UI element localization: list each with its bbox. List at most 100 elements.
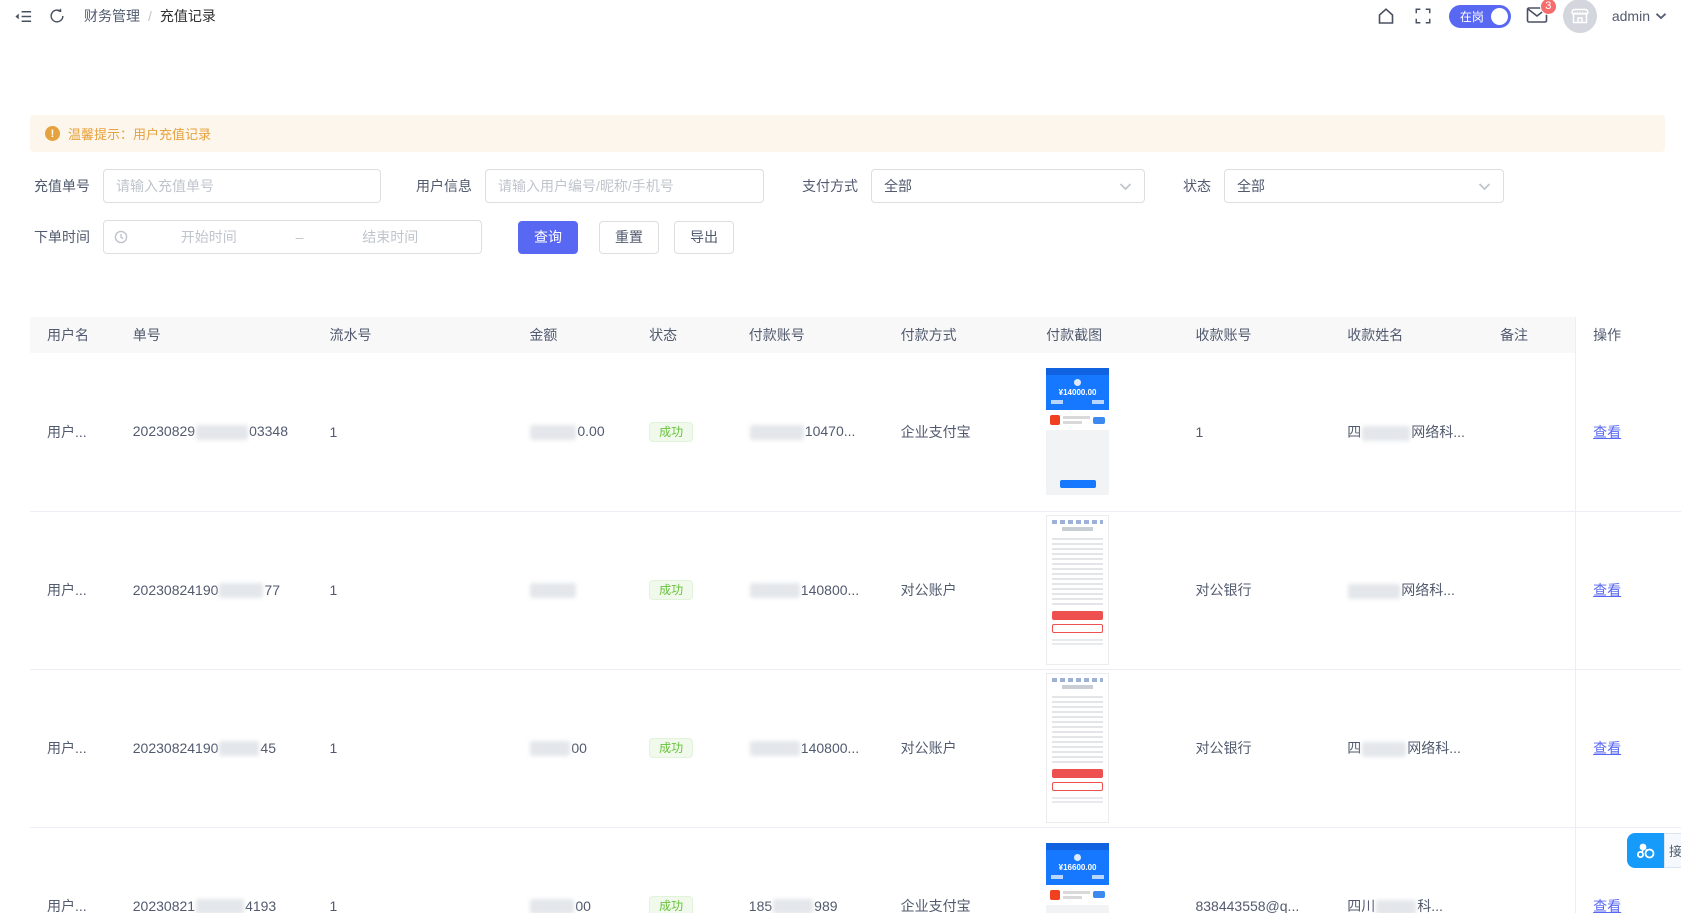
storefront-awning bbox=[1572, 10, 1588, 15]
records-table: 用户名单号流水号金额状态付款账号付款方式付款截图收款账号收款姓名备注操作 用户.… bbox=[30, 317, 1681, 913]
payment-screenshot-thumbnail[interactable] bbox=[1046, 515, 1109, 665]
filter-card: ! 温馨提示：用户充值记录 充值单号 用户信息 支付方式 全部 状态 全部 下单… bbox=[14, 100, 1681, 272]
home-icon[interactable] bbox=[1375, 5, 1397, 27]
breadcrumb: 财务管理 / 充值记录 bbox=[84, 6, 216, 26]
redacted-block bbox=[1362, 742, 1406, 757]
text-fragment: 10470... bbox=[805, 423, 856, 439]
status-badge: 成功 bbox=[649, 896, 693, 913]
column-header-7: 付款方式 bbox=[884, 317, 1030, 353]
cell-pay-method: 企业支付宝 bbox=[884, 827, 1030, 913]
cell-amount: 00 bbox=[512, 669, 632, 827]
redacted-block bbox=[530, 583, 576, 598]
cell-payee-name: 四网络科... bbox=[1330, 669, 1483, 827]
text-fragment: 00 bbox=[575, 898, 591, 913]
notice-alert: ! 温馨提示：用户充值记录 bbox=[30, 115, 1665, 152]
cell-amount: 00 bbox=[512, 827, 632, 913]
table-row: 用户...2023082419045100成功140800...对公账户对公银行… bbox=[30, 669, 1681, 827]
payment-screenshot-thumbnail[interactable]: ¥14000.00 bbox=[1046, 368, 1109, 495]
duty-status-toggle[interactable]: 在岗 bbox=[1449, 5, 1511, 28]
reset-button[interactable]: 重置 bbox=[599, 221, 659, 254]
text-fragment: 0.00 bbox=[577, 423, 604, 439]
toggle-knob bbox=[1491, 8, 1508, 25]
records-table-card: 用户名单号流水号金额状态付款账号付款方式付款截图收款账号收款姓名备注操作 用户.… bbox=[14, 303, 1681, 913]
user-info-input-wrap bbox=[485, 169, 764, 203]
cell-pay-method: 企业支付宝 bbox=[884, 353, 1030, 511]
pay-method-label: 支付方式 bbox=[802, 176, 858, 196]
alipay-header: ¥14000.00 bbox=[1046, 375, 1109, 410]
screenshot-amount: ¥14000.00 bbox=[1046, 388, 1109, 397]
warning-icon: ! bbox=[45, 126, 60, 141]
cell-payment-screenshot: ¥16600.00 bbox=[1029, 827, 1178, 913]
status-select[interactable]: 全部 bbox=[1224, 169, 1504, 203]
view-link[interactable]: 查看 bbox=[1593, 898, 1621, 913]
sidebar-fold-icon[interactable] bbox=[12, 5, 34, 27]
text-fragment: 四 bbox=[1347, 740, 1361, 756]
export-button[interactable]: 导出 bbox=[674, 221, 734, 254]
table-row: 用户...20230824190771成功140800...对公账户对公银行网络… bbox=[30, 511, 1681, 669]
cell-remark bbox=[1483, 353, 1576, 511]
alipay-logo-icon bbox=[1074, 854, 1081, 861]
cell-amount bbox=[512, 511, 632, 669]
refresh-icon[interactable] bbox=[46, 5, 68, 27]
confirm-chip bbox=[1093, 417, 1105, 424]
text-fragment: 45 bbox=[260, 740, 276, 756]
avatar[interactable] bbox=[1563, 0, 1597, 33]
breadcrumb-separator: / bbox=[148, 8, 152, 24]
cell-username: 用户... bbox=[30, 827, 116, 913]
cell-amount: 0.00 bbox=[512, 353, 632, 511]
redacted-block bbox=[1376, 900, 1416, 913]
cell-payer-account: 140800... bbox=[732, 669, 884, 827]
redacted-block bbox=[1348, 584, 1400, 599]
netdisk-cloud-icon[interactable] bbox=[1627, 833, 1664, 868]
status-badge: 成功 bbox=[649, 580, 693, 600]
cell-pay-method: 对公账户 bbox=[884, 511, 1030, 669]
cell-pay-method: 对公账户 bbox=[884, 669, 1030, 827]
redacted-block bbox=[750, 583, 800, 598]
cell-status: 成功 bbox=[632, 827, 732, 913]
user-info-input[interactable] bbox=[498, 178, 751, 194]
user-name: admin bbox=[1612, 8, 1650, 24]
payment-screenshot-thumbnail[interactable] bbox=[1046, 673, 1109, 823]
cell-serial-no: 1 bbox=[313, 511, 513, 669]
receipt-detail-lines bbox=[1052, 535, 1103, 607]
cell-actions: 查看 bbox=[1576, 669, 1681, 827]
netdisk-panel-partial[interactable]: 接 bbox=[1664, 833, 1681, 868]
text-fragment: 140800... bbox=[801, 582, 859, 598]
view-link[interactable]: 查看 bbox=[1593, 424, 1621, 440]
cell-remark bbox=[1483, 511, 1576, 669]
cell-payee-name: 四网络科... bbox=[1330, 353, 1483, 511]
netdisk-float-widget[interactable]: 接 bbox=[1627, 833, 1681, 868]
cell-payee-account: 对公银行 bbox=[1178, 669, 1330, 827]
end-time-placeholder: 结束时间 bbox=[309, 227, 471, 247]
text-fragment: 4193 bbox=[245, 898, 276, 913]
phone-statusbar bbox=[1052, 678, 1103, 682]
pay-method-select[interactable]: 全部 bbox=[871, 169, 1145, 203]
cell-payee-account: 对公银行 bbox=[1178, 511, 1330, 669]
breadcrumb-parent[interactable]: 财务管理 bbox=[84, 6, 140, 26]
user-menu[interactable]: admin bbox=[1612, 8, 1667, 24]
payment-screenshot-thumbnail[interactable]: ¥16600.00 bbox=[1046, 843, 1109, 913]
cell-username: 用户... bbox=[30, 669, 116, 827]
cell-payment-screenshot bbox=[1029, 669, 1178, 827]
redacted-block bbox=[530, 899, 574, 913]
order-time-range-picker[interactable]: 开始时间 – 结束时间 bbox=[103, 220, 482, 254]
cell-serial-no: 1 bbox=[313, 827, 513, 913]
status-value: 全部 bbox=[1237, 176, 1265, 196]
cell-order-no: 202308214193 bbox=[116, 827, 313, 913]
order-time-label: 下单时间 bbox=[30, 227, 90, 247]
status-badge: 成功 bbox=[649, 738, 693, 758]
view-link[interactable]: 查看 bbox=[1593, 740, 1621, 756]
column-header-11: 备注 bbox=[1483, 317, 1576, 353]
column-header-10: 收款姓名 bbox=[1330, 317, 1483, 353]
redacted-block bbox=[219, 583, 263, 598]
messages-button[interactable]: 3 bbox=[1526, 5, 1548, 28]
recharge-no-input-wrap bbox=[103, 169, 381, 203]
fullscreen-icon[interactable] bbox=[1412, 5, 1434, 27]
cell-order-no: 2023082903348 bbox=[116, 353, 313, 511]
phone-statusbar bbox=[1052, 520, 1103, 524]
search-button[interactable]: 查询 bbox=[518, 221, 578, 254]
text-fragment: 185 bbox=[749, 898, 772, 913]
view-link[interactable]: 查看 bbox=[1593, 582, 1621, 598]
recharge-no-label: 充值单号 bbox=[30, 176, 90, 196]
recharge-no-input[interactable] bbox=[116, 178, 368, 194]
